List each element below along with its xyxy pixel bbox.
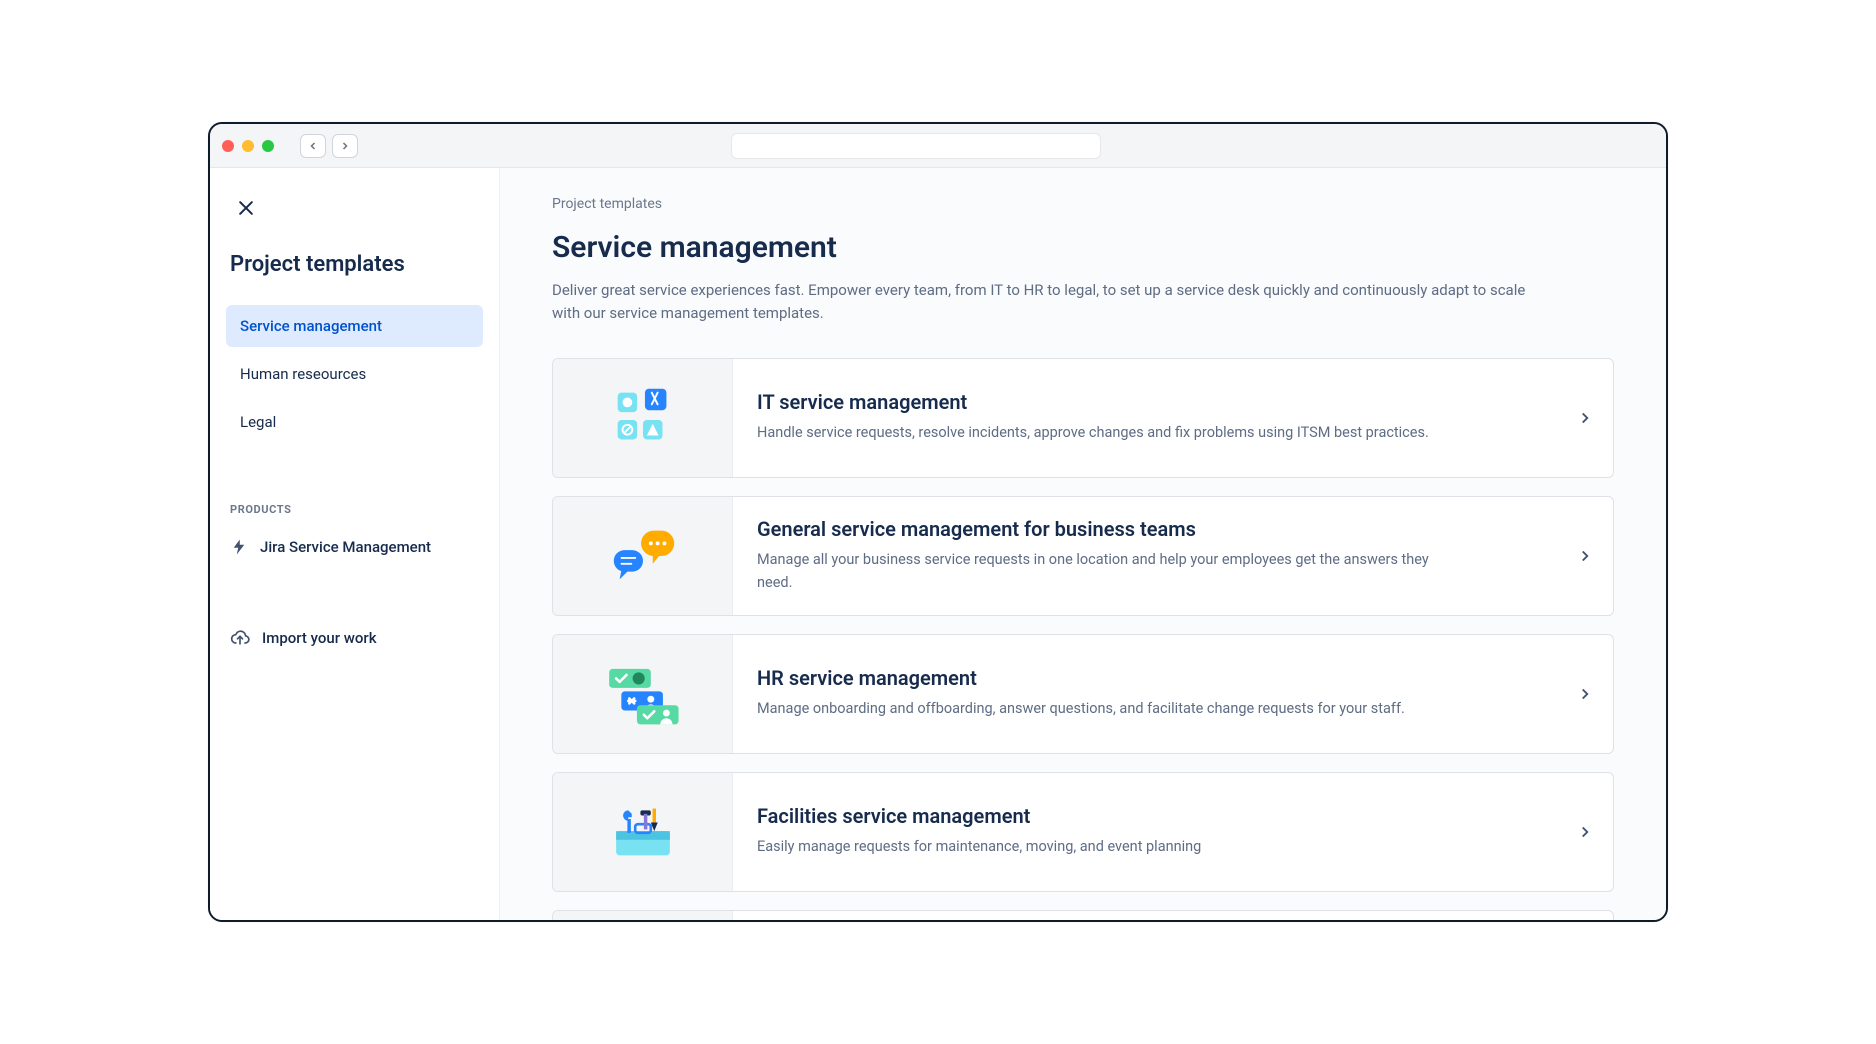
sidebar-item-service-management[interactable]: Service management — [226, 305, 483, 347]
main-content: Project templates Service management Del… — [500, 168, 1666, 920]
template-thumb — [553, 359, 733, 477]
product-label: Jira Service Management — [260, 538, 431, 556]
template-title: HR service management — [757, 666, 1533, 690]
sidebar-title: Project templates — [230, 252, 483, 277]
chevron-right-icon — [1557, 497, 1613, 615]
template-description: Easily manage requests for maintenance, … — [757, 836, 1457, 858]
import-label: Import your work — [262, 629, 377, 647]
sidebar: Project templates Service management Hum… — [210, 168, 500, 920]
titlebar — [210, 124, 1666, 168]
template-description: Manage onboarding and offboarding, answe… — [757, 698, 1457, 720]
window-zoom-button[interactable] — [262, 140, 274, 152]
template-title: General service management for business … — [757, 517, 1533, 541]
template-description: Manage all your business service request… — [757, 549, 1457, 594]
window-minimize-button[interactable] — [242, 140, 254, 152]
chevron-right-icon — [1557, 911, 1613, 921]
template-content: Facilities service management Easily man… — [733, 773, 1557, 891]
template-content: General service management for business … — [733, 497, 1557, 615]
import-your-work[interactable]: Import your work — [226, 620, 483, 656]
nav-back-button[interactable] — [300, 134, 326, 158]
product-jira-service-management[interactable]: Jira Service Management — [226, 530, 483, 564]
lightning-icon — [230, 538, 248, 556]
sidebar-item-legal[interactable]: Legal — [226, 401, 483, 443]
template-card-it-service-management[interactable]: IT service management Handle service req… — [552, 358, 1614, 478]
template-card-general-service-management[interactable]: General service management for business … — [552, 496, 1614, 616]
template-thumb — [553, 773, 733, 891]
cloud-upload-icon — [230, 628, 250, 648]
template-content: IT service management Handle service req… — [733, 359, 1557, 477]
breadcrumb[interactable]: Project templates — [552, 196, 1614, 212]
template-card-next[interactable] — [552, 910, 1614, 921]
app-window: Project templates Service management Hum… — [208, 122, 1668, 922]
app-body: Project templates Service management Hum… — [210, 168, 1666, 920]
template-cards: IT service management Handle service req… — [552, 358, 1614, 921]
page-title: Service management — [552, 230, 1614, 265]
template-card-hr-service-management[interactable]: HR service management Manage onboarding … — [552, 634, 1614, 754]
close-icon[interactable] — [230, 192, 262, 224]
template-thumb — [553, 635, 733, 753]
products-label: PRODUCTS — [230, 503, 479, 516]
template-content: HR service management Manage onboarding … — [733, 635, 1557, 753]
template-description: Handle service requests, resolve inciden… — [757, 422, 1457, 444]
template-thumb — [553, 911, 733, 921]
address-bar[interactable] — [731, 133, 1101, 159]
chevron-right-icon — [1557, 773, 1613, 891]
window-close-button[interactable] — [222, 140, 234, 152]
sidebar-nav: Service management Human reseources Lega… — [226, 305, 483, 443]
sidebar-item-human-resources[interactable]: Human reseources — [226, 353, 483, 395]
nav-buttons — [300, 134, 358, 158]
template-content — [733, 911, 1557, 921]
template-card-facilities-service-management[interactable]: Facilities service management Easily man… — [552, 772, 1614, 892]
chevron-right-icon — [1557, 635, 1613, 753]
template-title: Facilities service management — [757, 804, 1533, 828]
template-thumb — [553, 497, 733, 615]
template-title: IT service management — [757, 390, 1533, 414]
traffic-lights — [222, 140, 274, 152]
page-description: Deliver great service experiences fast. … — [552, 279, 1532, 326]
chevron-right-icon — [1557, 359, 1613, 477]
nav-forward-button[interactable] — [332, 134, 358, 158]
